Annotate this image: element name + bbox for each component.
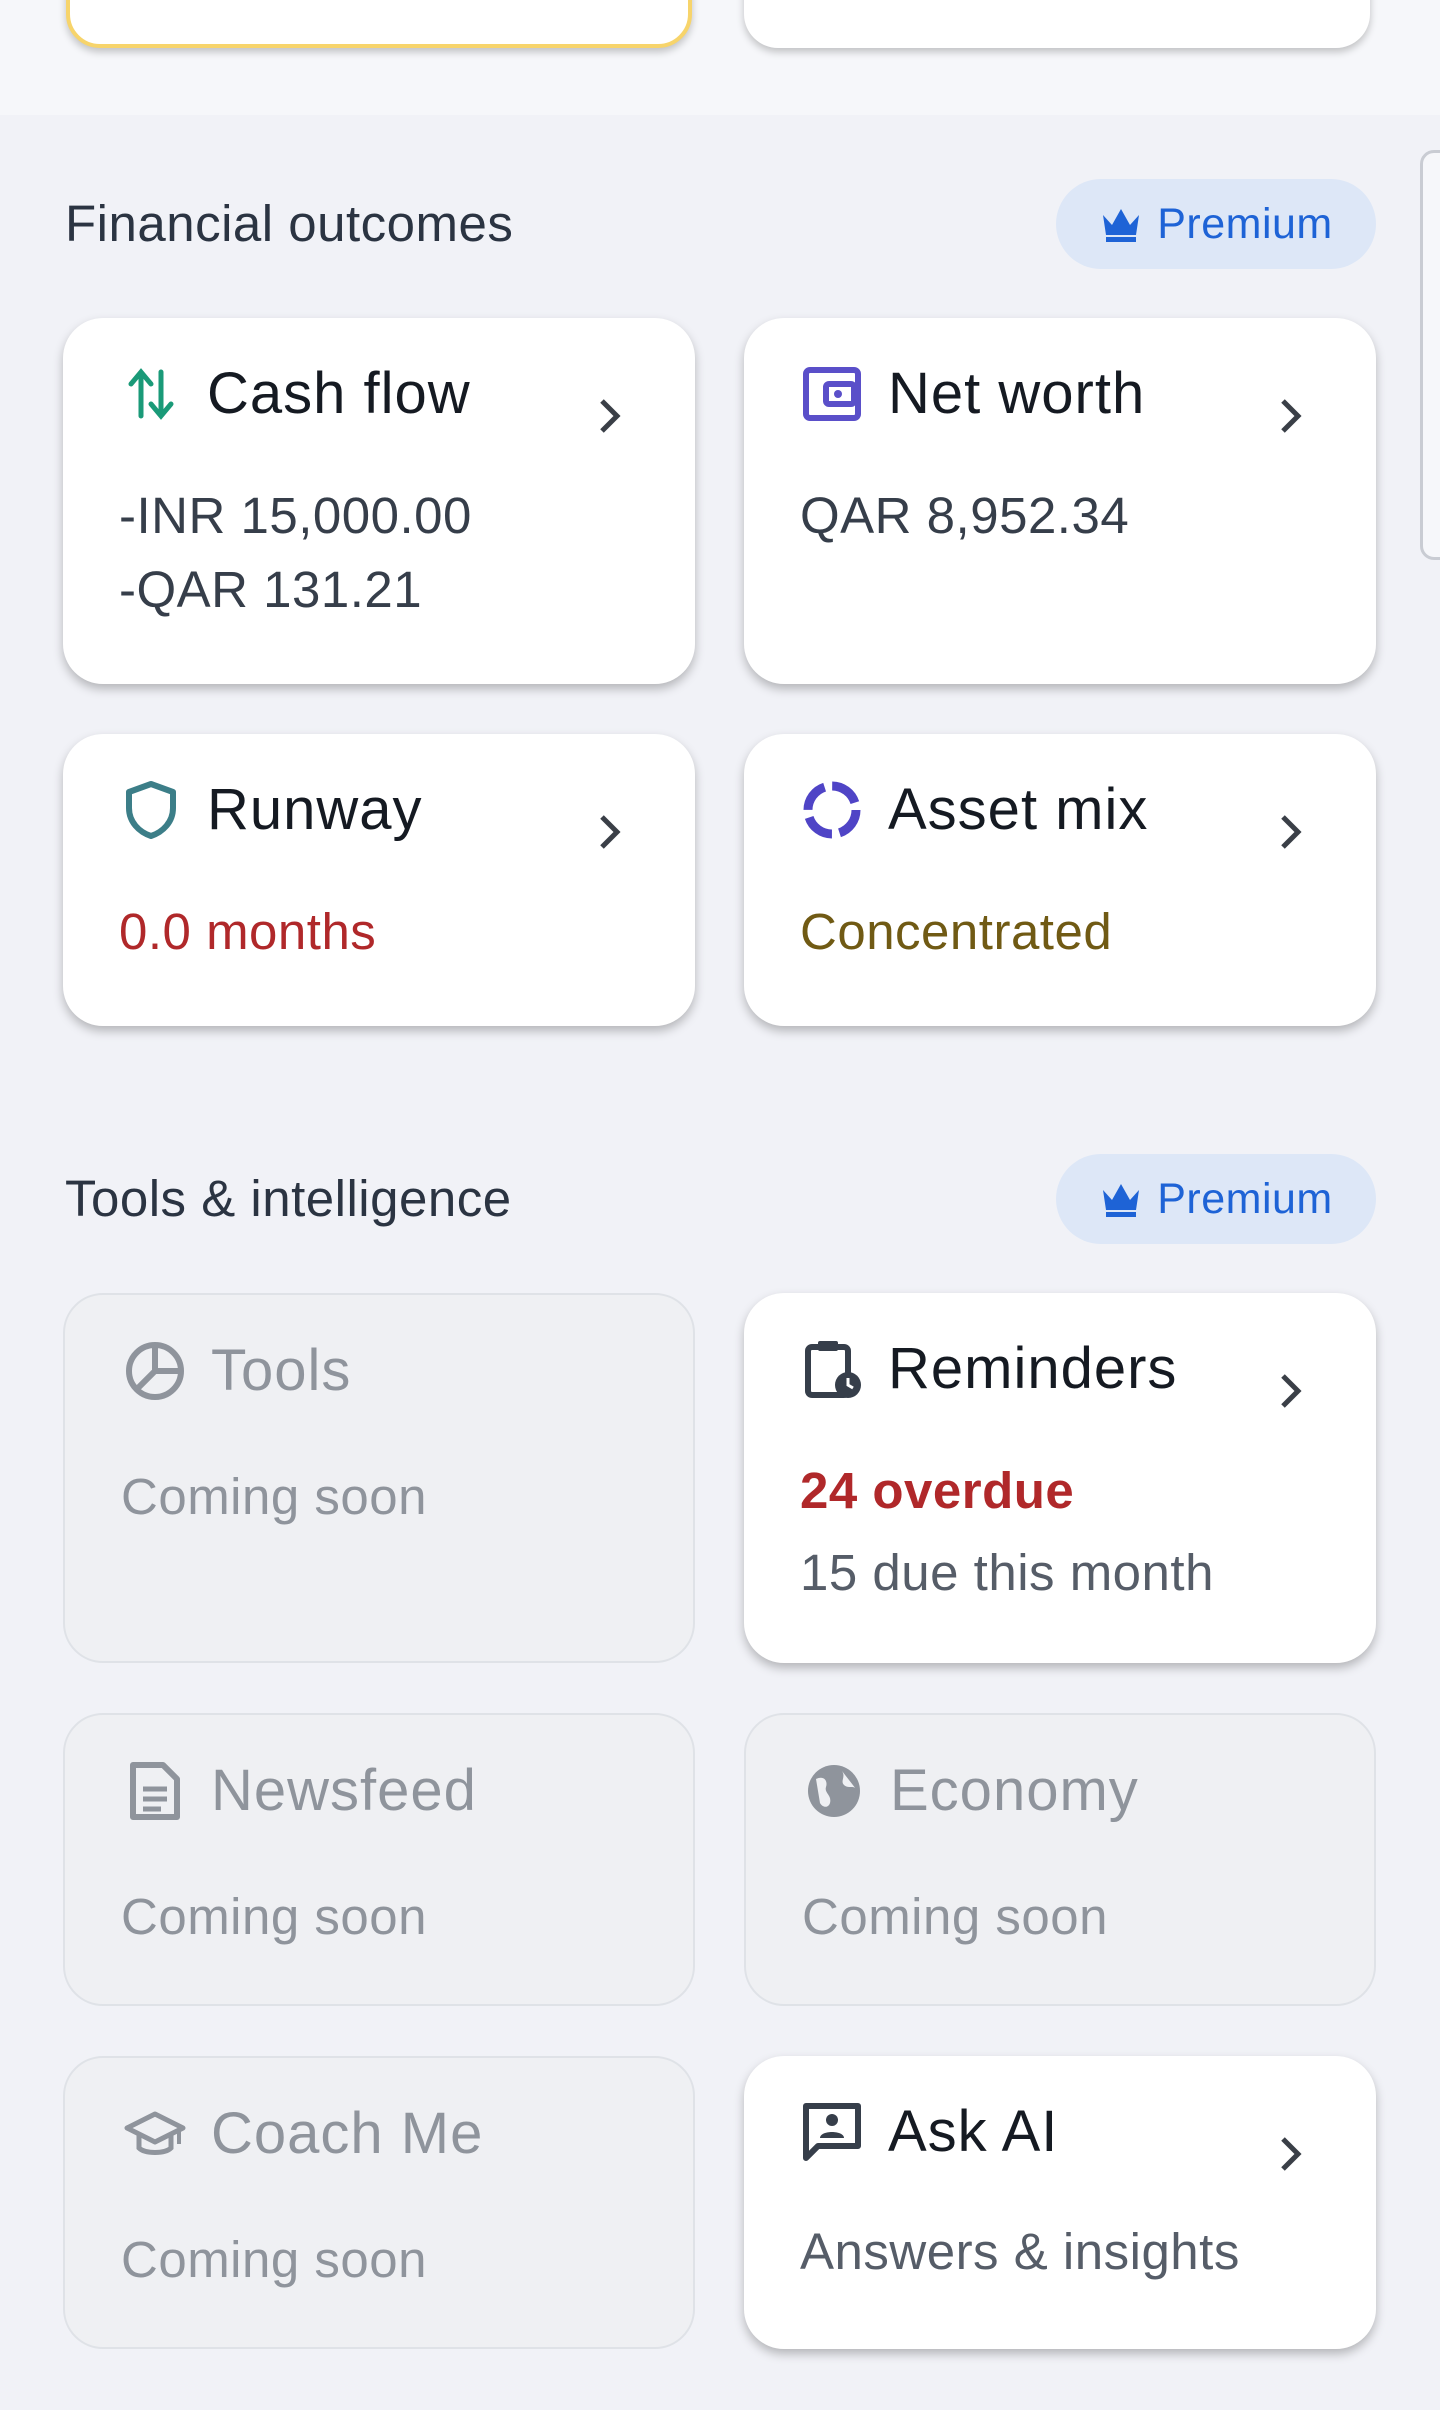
- coach-me-card: Coach Me Coming soon: [63, 2056, 695, 2349]
- chevron-right-icon: [1281, 1374, 1302, 1408]
- pie-chart-icon: [126, 1342, 184, 1400]
- coming-soon-label: Coming soon: [121, 1468, 427, 1525]
- card-header: Cash flow: [119, 362, 471, 426]
- shield-icon: [126, 781, 176, 839]
- asset-mix-value: Concentrated: [800, 903, 1113, 960]
- overdue-count: 24 overdue: [800, 1462, 1075, 1519]
- economy-card: Economy Coming soon: [744, 1713, 1376, 2006]
- section-title-financial-outcomes: Financial outcomes: [65, 195, 514, 252]
- globe-icon: [808, 1765, 860, 1817]
- card-title: Newsfeed: [211, 1758, 477, 1823]
- chat-person-icon: [803, 2103, 861, 2161]
- due-this-month: 15 due this month: [800, 1544, 1214, 1601]
- previous-card-right[interactable]: [744, 0, 1370, 48]
- card-title: Asset mix: [888, 777, 1149, 842]
- asset-mix-card[interactable]: Asset mix Concentrated: [744, 734, 1376, 1026]
- card-title: Tools: [211, 1338, 352, 1403]
- reminders-card[interactable]: Reminders 24 overdue 15 due this month: [744, 1293, 1376, 1663]
- net-worth-value: QAR 8,952.34: [800, 487, 1130, 544]
- article-icon: [130, 1762, 180, 1820]
- card-title: Cash flow: [207, 361, 471, 426]
- card-header: Asset mix: [800, 778, 1148, 842]
- tools-card: Tools Coming soon: [63, 1293, 695, 1663]
- runway-card[interactable]: Runway 0.0 months: [63, 734, 695, 1026]
- card-header: Coach Me: [123, 2102, 483, 2166]
- premium-badge-label: Premium: [1157, 1174, 1333, 1223]
- crown-icon: [1103, 1184, 1140, 1217]
- card-header: Reminders: [800, 1337, 1177, 1401]
- coming-soon-label: Coming soon: [802, 1888, 1108, 1945]
- donut-ring-icon: [803, 781, 861, 839]
- card-title: Economy: [890, 1758, 1139, 1823]
- coming-soon-label: Coming soon: [121, 1888, 427, 1945]
- premium-badge-financial[interactable]: Premium: [1056, 179, 1376, 269]
- runway-value: 0.0 months: [119, 903, 377, 960]
- card-title: Ask AI: [888, 2099, 1059, 2164]
- card-title: Runway: [207, 777, 423, 842]
- cash-flow-inr: -INR 15,000.00: [119, 487, 472, 544]
- newsfeed-card: Newsfeed Coming soon: [63, 1713, 695, 2006]
- card-header: Economy: [802, 1759, 1139, 1823]
- section-title-tools-intelligence: Tools & intelligence: [65, 1170, 512, 1227]
- chevron-right-icon: [600, 815, 621, 849]
- card-title: Net worth: [888, 361, 1146, 426]
- coming-soon-label: Coming soon: [121, 2231, 427, 2288]
- graduation-cap-icon: [124, 2111, 186, 2155]
- card-header: Ask AI: [800, 2100, 1058, 2164]
- card-header: Net worth: [800, 362, 1145, 426]
- premium-badge-tools[interactable]: Premium: [1056, 1154, 1376, 1244]
- card-header: Runway: [119, 778, 423, 842]
- chevron-right-icon: [1281, 2137, 1302, 2171]
- clipboard-clock-icon: [805, 1341, 861, 1398]
- card-header: Newsfeed: [123, 1759, 477, 1823]
- cash-flow-qar: -QAR 131.21: [119, 561, 423, 618]
- chevron-right-icon: [1281, 399, 1302, 433]
- ask-ai-card[interactable]: Ask AI Answers & insights: [744, 2056, 1376, 2349]
- crown-icon: [1103, 209, 1140, 242]
- chevron-right-icon: [600, 399, 621, 433]
- ask-ai-subtitle: Answers & insights: [800, 2223, 1240, 2280]
- card-header: Tools: [123, 1339, 351, 1403]
- chevron-right-icon: [1281, 815, 1302, 849]
- card-title: Coach Me: [211, 2101, 484, 2166]
- net-worth-card[interactable]: Net worth QAR 8,952.34: [744, 318, 1376, 684]
- scrollbar-thumb[interactable]: [1420, 150, 1440, 560]
- wallet-icon: [803, 367, 861, 421]
- cash-flow-arrows-icon: [128, 368, 174, 420]
- cash-flow-card[interactable]: Cash flow -INR 15,000.00 -QAR 131.21: [63, 318, 695, 684]
- premium-badge-label: Premium: [1157, 199, 1333, 248]
- previous-card-left[interactable]: [66, 0, 692, 48]
- card-title: Reminders: [888, 1336, 1178, 1401]
